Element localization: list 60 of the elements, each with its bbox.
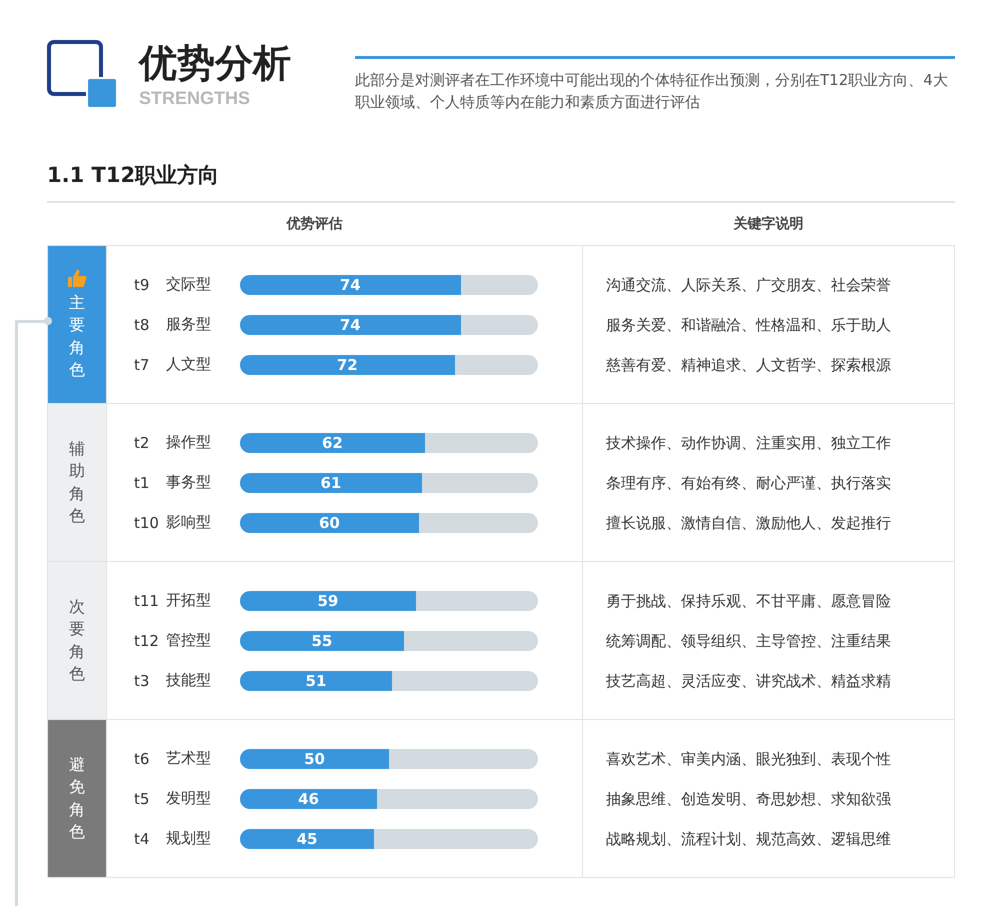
type-code: t11 — [134, 592, 160, 610]
group-label: 次要角色 — [69, 596, 85, 685]
type-code: t7 — [134, 356, 150, 374]
score-value: 74 — [340, 274, 361, 294]
type-name: 发明型 — [166, 789, 212, 808]
keywords-text: 技术操作、动作协调、注重实用、独立工作 — [606, 432, 892, 454]
keywords-text: 抽象思维、创造发明、奇思妙想、求知欲强 — [606, 788, 892, 810]
type-name: 开拓型 — [166, 591, 212, 610]
keywords-text: 服务关爱、和谐融洽、性格温和、乐于助人 — [606, 314, 892, 336]
type-name: 技能型 — [166, 671, 212, 690]
score-value: 72 — [336, 354, 358, 374]
type-code: t2 — [134, 434, 150, 452]
score-value: 45 — [296, 828, 318, 848]
keywords-text: 沟通交流、人际关系、广交朋友、社会荣誉 — [606, 274, 892, 296]
type-name: 艺术型 — [166, 749, 212, 768]
score-value: 46 — [298, 788, 319, 808]
page-title: 优势分析 — [139, 40, 291, 86]
keywords-text: 统筹调配、领导组织、主导管控、注重结果 — [606, 630, 892, 652]
description: 此部分是对测评者在工作环境中可能出现的个体特征作出预测，分别在T12职业方向、4大职业领域、个人特质等内在能力和素质方面进行评估 — [355, 70, 949, 113]
logo-icon — [47, 40, 119, 110]
group-label: 主要角色 — [69, 292, 85, 381]
keywords-text: 勇于挑战、保持乐观、不甘平庸、愿意冒险 — [606, 590, 892, 612]
type-code: t8 — [134, 316, 150, 334]
thumbs-up-icon — [67, 268, 87, 288]
page-subtitle: STRENGTHS — [139, 88, 250, 109]
keywords-text: 慈善有爱、精神追求、人文哲学、探索根源 — [606, 354, 892, 376]
group-label: 避免角色 — [69, 754, 85, 843]
keywords-text: 条理有序、有始有终、耐心严谨、执行落实 — [606, 472, 892, 494]
score-value: 61 — [320, 472, 342, 492]
type-code: t12 — [134, 632, 160, 650]
type-code: t9 — [134, 276, 150, 294]
type-name: 影响型 — [166, 513, 212, 532]
column-header: 优势评估 — [285, 215, 344, 233]
type-code: t1 — [134, 474, 150, 492]
type-code: t4 — [134, 830, 150, 848]
type-code: t5 — [134, 790, 150, 808]
section-title: 1.1 T12职业方向 — [47, 161, 955, 203]
score-value: 74 — [340, 314, 361, 334]
keywords-text: 擅长说服、激情自信、激励他人、发起推行 — [606, 512, 892, 534]
type-code: t6 — [134, 750, 150, 768]
type-name: 管控型 — [166, 631, 212, 650]
type-name: 规划型 — [166, 829, 212, 848]
score-value: 59 — [317, 590, 338, 610]
group-label: 辅助角色 — [69, 438, 85, 527]
score-value: 60 — [318, 512, 340, 532]
keywords-text: 喜欢艺术、审美内涵、眼光独到、表现个性 — [606, 748, 892, 770]
score-value: 50 — [304, 748, 325, 768]
type-name: 交际型 — [166, 275, 212, 294]
type-name: 人文型 — [166, 355, 212, 374]
type-name: 操作型 — [166, 433, 212, 452]
type-code: t3 — [134, 672, 150, 690]
type-name: 事务型 — [166, 473, 212, 492]
type-code: t10 — [134, 514, 160, 532]
keywords-text: 技艺高超、灵活应变、讲究战术、精益求精 — [606, 670, 892, 692]
column-header: 关键字说明 — [732, 215, 804, 233]
score-value: 51 — [306, 670, 326, 690]
score-value: 62 — [322, 432, 343, 452]
keywords-text: 战略规划、流程计划、规范高效、逻辑思维 — [606, 828, 892, 850]
type-name: 服务型 — [166, 315, 212, 334]
score-value: 55 — [312, 630, 332, 650]
